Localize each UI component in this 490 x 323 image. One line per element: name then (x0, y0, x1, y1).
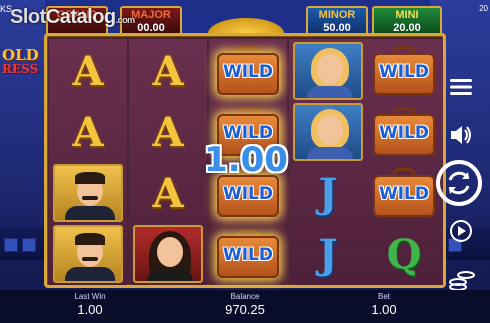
reel-cell: A (50, 41, 126, 101)
reel-cell: WILD (366, 102, 442, 162)
spin-icon (448, 171, 470, 195)
symbol-a: A (152, 108, 184, 156)
balance-display: Balance 970.25 (210, 292, 280, 317)
game-logo: OLD RESS (0, 40, 46, 92)
jackpot-minor-label: MINOR (318, 9, 356, 21)
watermark-part-3: .com (115, 15, 136, 25)
symbol-man-portrait (53, 225, 123, 283)
sound-icon (451, 126, 471, 144)
bet-display: Bet 1.00 (354, 292, 414, 317)
symbol-a: A (152, 169, 184, 217)
symbol-a: A (152, 47, 184, 95)
top-right-text: 20 (479, 4, 488, 13)
menu-icon (450, 79, 472, 95)
reel-cell: WILD (366, 41, 442, 101)
last-win-display: Last Win 1.00 (60, 292, 120, 317)
last-win-value: 1.00 (77, 302, 103, 317)
logo-line-2: RESS (2, 62, 39, 76)
symbol-a: A (72, 47, 104, 95)
watermark-part-2: Catalog (45, 6, 116, 28)
symbol-j: J (318, 230, 338, 278)
bet-label: Bet (377, 292, 390, 301)
coin-pile-icon (208, 18, 284, 34)
menu-button[interactable] (446, 72, 476, 102)
reel-cell: A (130, 163, 206, 223)
reel-cell: A (50, 102, 126, 162)
symbol-woman-blonde-portrait (293, 42, 363, 100)
reel-cell (290, 41, 366, 101)
symbol-man-portrait (53, 164, 123, 222)
autoplay-icon (450, 220, 472, 242)
reel-1: AA (49, 39, 127, 285)
wild-label: WILD (222, 184, 274, 204)
wild-suitcase-icon: WILD (369, 45, 439, 97)
jackpot-mini-label: MINI (395, 9, 419, 21)
train-window (4, 238, 18, 252)
wild-suitcase-icon: WILD (369, 167, 439, 219)
bet-value: 1.00 (371, 302, 397, 317)
reel-4: JJ (289, 39, 367, 285)
train-window (22, 238, 36, 252)
reel-cell: J (290, 163, 366, 223)
symbol-woman-dark-portrait (133, 225, 203, 283)
win-amount: 1.00 (204, 140, 288, 180)
balance-label: Balance (230, 292, 260, 301)
wild-label: WILD (378, 62, 430, 82)
reel-cell: A (130, 41, 206, 101)
watermark-part-1: Slot (10, 6, 46, 28)
wild-label: WILD (378, 184, 430, 204)
symbol-a: A (72, 108, 104, 156)
wild-label: WILD (222, 62, 274, 82)
wild-suitcase-icon: WILD (213, 45, 283, 97)
reel-cell: WILD (210, 41, 286, 101)
symbol-j: J (318, 169, 338, 217)
reel-cell (50, 224, 126, 284)
sound-button[interactable] (446, 120, 476, 150)
wild-label: WILD (378, 123, 430, 143)
last-win-label: Last Win (74, 292, 106, 301)
reel-cell (130, 224, 206, 284)
reel-cell (50, 163, 126, 223)
wild-suitcase-icon: WILD (369, 106, 439, 158)
reel-cell: WILD (366, 163, 442, 223)
symbol-q: Q (386, 230, 422, 278)
wild-label: WILD (222, 245, 274, 265)
reel-5: WILD WILD WILD Q (365, 39, 443, 285)
symbol-woman-blonde-portrait (293, 103, 363, 161)
reel-cell: A (130, 102, 206, 162)
autoplay-button[interactable] (446, 216, 476, 246)
balance-value: 970.25 (225, 302, 265, 317)
watermark: SlotCatalog.com (10, 6, 135, 29)
reel-cell: Q (366, 224, 442, 284)
jackpot-minor: MINOR 50.00 (306, 6, 368, 36)
reel-cell: J (290, 224, 366, 284)
reel-cell (290, 102, 366, 162)
spin-button[interactable] (436, 160, 482, 206)
jackpot-mini: MINI 20.00 (372, 6, 442, 36)
wild-suitcase-icon: WILD (213, 228, 283, 280)
reel-cell: WILD (210, 224, 286, 284)
